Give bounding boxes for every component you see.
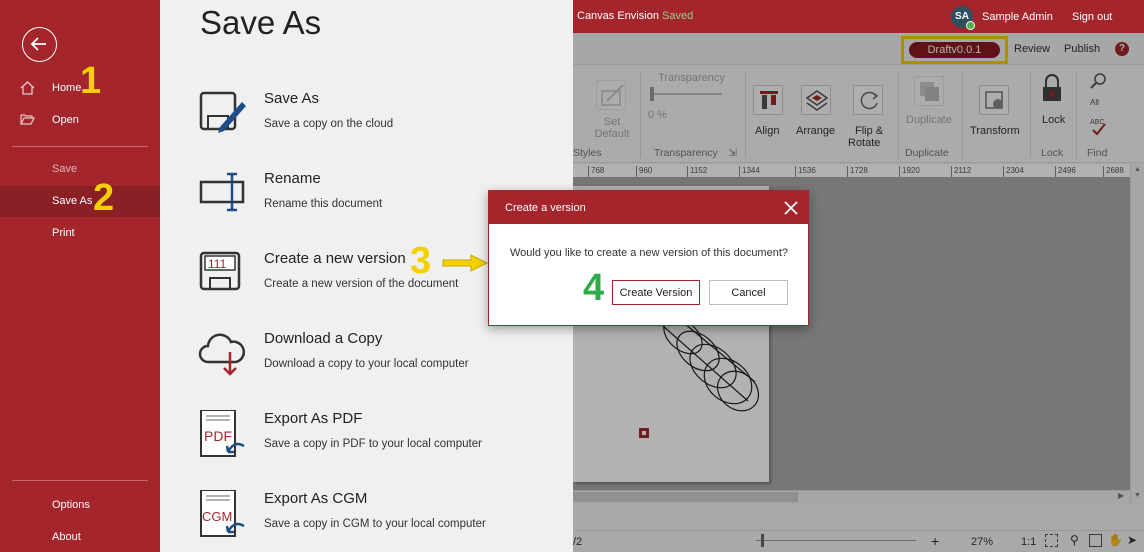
pdf-icon-text: PDF [204, 428, 232, 444]
option-export-cgm[interactable]: CGM Export As CGM Save a copy in CGM to … [160, 490, 573, 552]
sidebar-item-options[interactable]: Options [0, 490, 160, 521]
backstage-sidebar: Home Open Save Save As Print Options Abo… [0, 0, 160, 552]
option-download-copy[interactable]: Download a Copy Download a copy to your … [160, 330, 573, 410]
export-pdf-icon: PDF [200, 410, 245, 457]
create-version-dialog: Create a version Would you like to creat… [488, 190, 809, 326]
sidebar-item-label: Options [52, 499, 90, 511]
export-cgm-icon: CGM [200, 490, 245, 537]
sidebar-item-open[interactable]: Open [0, 105, 160, 136]
save-as-icon [199, 91, 246, 133]
arrow-right-icon [442, 254, 489, 272]
cgm-icon-text: CGM [202, 509, 232, 524]
sidebar-item-about[interactable]: About [0, 522, 160, 552]
option-title: Save As [264, 90, 320, 107]
option-description: Save a copy in PDF to your local compute… [264, 438, 482, 450]
cloud-download-icon [198, 333, 245, 376]
online-status-icon [966, 21, 975, 30]
sidebar-item-label: Save As [52, 195, 93, 207]
sidebar-item-label: About [52, 531, 81, 543]
create-version-button[interactable]: Create Version [612, 280, 700, 305]
sidebar-item-label: Print [52, 227, 75, 239]
dialog-title: Create a version [505, 202, 586, 214]
close-icon[interactable] [782, 199, 800, 217]
option-title: Export As PDF [264, 410, 363, 427]
option-export-pdf[interactable]: PDF Export As PDF Save a copy in PDF to … [160, 410, 573, 490]
dialog-message: Would you like to create a new version o… [510, 247, 789, 259]
option-title: Create a new version [264, 250, 406, 267]
sidebar-divider [12, 480, 148, 481]
version-icon: 111 [199, 251, 241, 291]
step-2-annotation: 2 [93, 177, 115, 219]
sidebar-item-save-as[interactable]: Save As [0, 186, 160, 217]
save-status: Saved [662, 10, 694, 22]
option-title: Download a Copy [264, 330, 383, 347]
option-title: Export As CGM [264, 490, 368, 507]
step-1-annotation: 1 [80, 60, 102, 102]
rename-icon [199, 172, 245, 212]
avatar-initials: SA [955, 11, 969, 22]
option-description: Save a copy on the cloud [264, 118, 394, 130]
sidebar-item-print[interactable]: Print [0, 218, 160, 249]
version-icon-text: 111 [208, 257, 227, 271]
sign-out-link[interactable]: Sign out [1072, 11, 1112, 23]
sidebar-item-label: Save [52, 163, 78, 175]
folder-open-icon [20, 114, 35, 125]
home-icon [20, 81, 35, 95]
avatar[interactable]: SA [951, 6, 975, 30]
option-description: Save a copy in CGM to your local compute… [264, 518, 486, 530]
user-name[interactable]: Sample Admin [982, 11, 1053, 23]
sidebar-item-label: Home [52, 82, 82, 94]
back-button[interactable] [22, 27, 57, 62]
cancel-button[interactable]: Cancel [709, 280, 788, 305]
page-title: Save As [200, 4, 322, 41]
sidebar-item-save[interactable]: Save [0, 154, 160, 185]
option-description: Rename this document [264, 198, 383, 210]
option-save-as[interactable]: Save As Save a copy on the cloud [160, 90, 573, 170]
dialog-header: Create a version [489, 191, 808, 224]
arrow-left-icon [30, 37, 46, 51]
step-4-annotation: 4 [583, 267, 605, 309]
app-name: Canvas Envision [577, 10, 659, 22]
sidebar-item-label: Open [52, 114, 79, 126]
step-3-annotation: 3 [410, 240, 432, 282]
option-title: Rename [264, 170, 321, 187]
option-description: Download a copy to your local computer [264, 358, 469, 370]
sidebar-divider [12, 146, 148, 147]
